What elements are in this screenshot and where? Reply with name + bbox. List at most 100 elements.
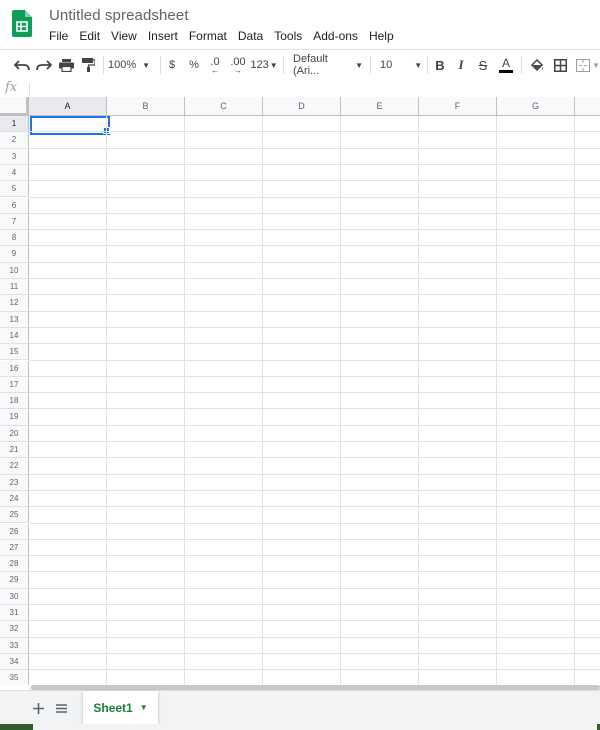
menu-data[interactable]: Data bbox=[238, 29, 263, 43]
menu-view[interactable]: View bbox=[111, 29, 137, 43]
row-header-23[interactable]: 23 bbox=[0, 474, 29, 491]
column-header-d[interactable]: D bbox=[263, 97, 341, 116]
fill-color-icon[interactable] bbox=[528, 50, 546, 80]
grid-row-line bbox=[29, 620, 600, 621]
all-sheets-icon[interactable] bbox=[52, 699, 70, 717]
row-header-10[interactable]: 10 bbox=[0, 262, 29, 279]
row-header-25[interactable]: 25 bbox=[0, 507, 29, 524]
row-header-19[interactable]: 19 bbox=[0, 409, 29, 426]
paint-format-icon[interactable] bbox=[78, 50, 98, 80]
row-header-24[interactable]: 24 bbox=[0, 490, 29, 508]
row-header-17[interactable]: 17 bbox=[0, 376, 29, 394]
toolbar-divider bbox=[370, 56, 371, 74]
row-header-18[interactable]: 18 bbox=[0, 393, 29, 410]
cell-area[interactable] bbox=[29, 116, 600, 685]
row-header-20[interactable]: 20 bbox=[0, 425, 29, 442]
chevron-down-icon[interactable]: ▼ bbox=[592, 50, 600, 80]
row-header-34[interactable]: 34 bbox=[0, 653, 29, 671]
active-cell-a1[interactable] bbox=[30, 116, 110, 135]
row-header-4[interactable]: 4 bbox=[0, 164, 29, 182]
grid-column-line bbox=[340, 116, 341, 685]
grid-column-line bbox=[418, 116, 419, 685]
column-header-a[interactable]: A bbox=[29, 97, 107, 116]
menu-insert[interactable]: Insert bbox=[148, 29, 178, 43]
column-header-f[interactable]: F bbox=[419, 97, 497, 116]
sheet-tab-sheet1[interactable]: Sheet1 ▼ bbox=[83, 691, 158, 724]
grid-row-line bbox=[29, 294, 600, 295]
menu-file[interactable]: File bbox=[49, 29, 68, 43]
row-header-16[interactable]: 16 bbox=[0, 360, 29, 377]
chevron-down-icon[interactable]: ▼ bbox=[140, 703, 148, 712]
row-header-22[interactable]: 22 bbox=[0, 458, 29, 475]
row-header-14[interactable]: 14 bbox=[0, 327, 29, 345]
menu-help[interactable]: Help bbox=[369, 29, 394, 43]
redo-icon[interactable] bbox=[34, 50, 54, 80]
text-color-button[interactable]: A bbox=[497, 50, 515, 80]
chevron-down-icon: ▼ bbox=[355, 60, 363, 70]
sheets-logo-icon[interactable] bbox=[12, 10, 32, 37]
row-header-26[interactable]: 26 bbox=[0, 523, 29, 540]
grid-row-line bbox=[29, 180, 600, 181]
column-header-e[interactable]: E bbox=[341, 97, 419, 116]
increase-decimal-button[interactable]: .00 → bbox=[227, 50, 249, 80]
formula-input[interactable] bbox=[32, 80, 592, 97]
column-header-b[interactable]: B bbox=[107, 97, 185, 116]
column-header-g[interactable]: G bbox=[497, 97, 575, 116]
grid-column-line bbox=[262, 116, 263, 685]
bold-button[interactable]: B bbox=[432, 50, 448, 80]
borders-icon[interactable] bbox=[551, 50, 569, 80]
merge-cells-icon[interactable] bbox=[574, 50, 592, 80]
more-formats-button[interactable]: 123 ▼ bbox=[250, 50, 278, 80]
text-color-label: A bbox=[501, 56, 510, 70]
toolbar-divider bbox=[427, 56, 428, 74]
row-header-2[interactable]: 2 bbox=[0, 132, 29, 149]
zoom-select[interactable]: 100% ▼ bbox=[108, 50, 156, 80]
row-header-31[interactable]: 31 bbox=[0, 605, 29, 622]
row-header-6[interactable]: 6 bbox=[0, 197, 29, 214]
font-select[interactable]: Default (Ari... ▼ bbox=[293, 50, 363, 80]
window-bottom-strip-light bbox=[33, 724, 597, 730]
grid-row-line bbox=[29, 213, 600, 214]
row-header-28[interactable]: 28 bbox=[0, 556, 29, 573]
decrease-decimal-button[interactable]: .0 ← bbox=[205, 50, 225, 80]
grid-row-line bbox=[29, 376, 600, 377]
select-all-corner[interactable] bbox=[0, 97, 29, 116]
menu-tools[interactable]: Tools bbox=[274, 29, 302, 43]
row-header-12[interactable]: 12 bbox=[0, 295, 29, 312]
row-header-11[interactable]: 11 bbox=[0, 279, 29, 296]
add-sheet-icon[interactable] bbox=[29, 699, 47, 717]
row-header-5[interactable]: 5 bbox=[0, 181, 29, 198]
currency-button[interactable]: $ bbox=[165, 50, 179, 80]
chevron-down-icon: ▼ bbox=[142, 60, 151, 70]
arrow-left-icon: ← bbox=[211, 65, 219, 75]
row-header-35[interactable]: 35 bbox=[0, 670, 29, 685]
italic-button[interactable]: I bbox=[453, 50, 469, 80]
column-header-partial[interactable] bbox=[575, 97, 600, 116]
percent-button[interactable]: % bbox=[187, 50, 201, 80]
row-header-15[interactable]: 15 bbox=[0, 344, 29, 361]
row-header-29[interactable]: 29 bbox=[0, 572, 29, 589]
row-header-9[interactable]: 9 bbox=[0, 246, 29, 263]
grid-column-line bbox=[496, 116, 497, 685]
row-header-7[interactable]: 7 bbox=[0, 213, 29, 231]
row-header-1[interactable]: 1 bbox=[0, 116, 29, 133]
menu-format[interactable]: Format bbox=[189, 29, 227, 43]
row-header-30[interactable]: 30 bbox=[0, 588, 29, 605]
document-title[interactable]: Untitled spreadsheet bbox=[49, 7, 189, 24]
row-header-13[interactable]: 13 bbox=[0, 311, 29, 328]
row-header-21[interactable]: 21 bbox=[0, 442, 29, 459]
row-header-32[interactable]: 32 bbox=[0, 621, 29, 638]
column-header-c[interactable]: C bbox=[185, 97, 263, 116]
print-icon[interactable] bbox=[56, 50, 76, 80]
row-header-3[interactable]: 3 bbox=[0, 148, 29, 165]
font-size-select[interactable]: 10 ▼ bbox=[380, 50, 422, 80]
row-header-8[interactable]: 8 bbox=[0, 230, 29, 247]
row-header-33[interactable]: 33 bbox=[0, 637, 29, 654]
strikethrough-button[interactable]: S bbox=[475, 50, 491, 80]
undo-icon[interactable] bbox=[12, 50, 32, 80]
menu-edit[interactable]: Edit bbox=[79, 29, 100, 43]
toolbar-divider bbox=[103, 56, 104, 74]
grid-row-line bbox=[29, 555, 600, 556]
menu-addons[interactable]: Add-ons bbox=[313, 29, 358, 43]
row-header-27[interactable]: 27 bbox=[0, 539, 29, 557]
